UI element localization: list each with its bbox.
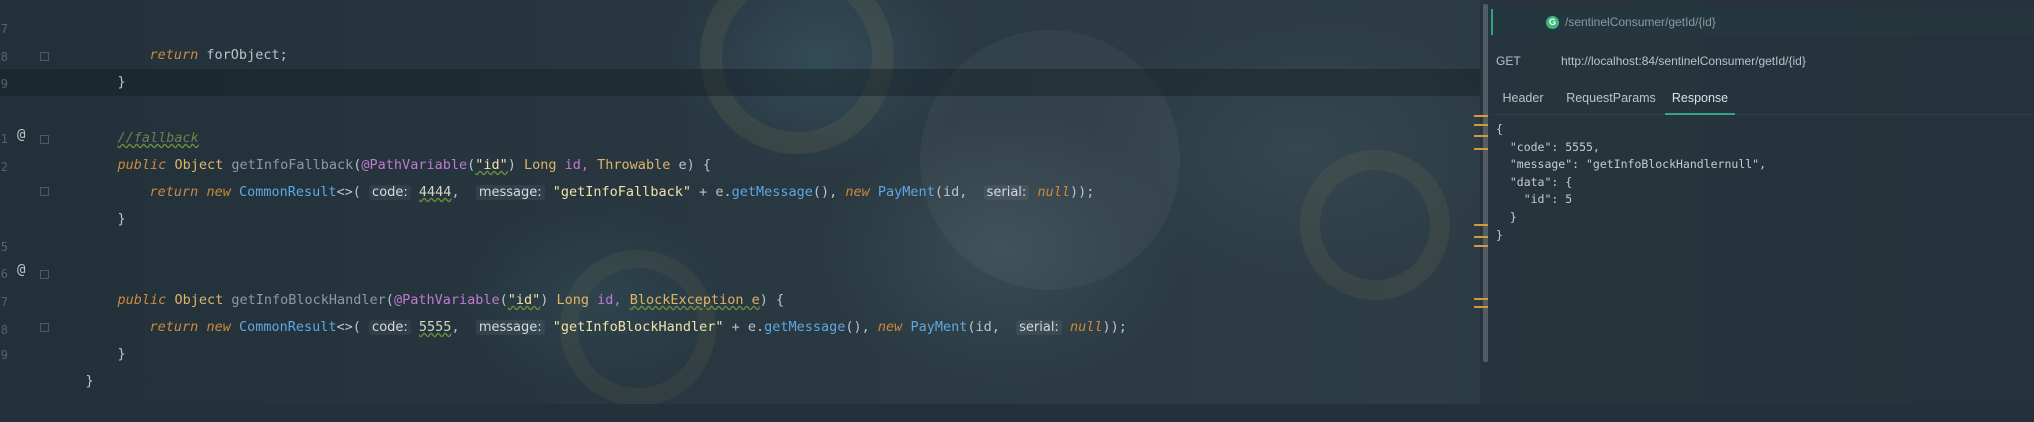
keyword: return	[149, 47, 199, 63]
code-text: }	[117, 74, 126, 90]
code-line: public Object getInfoFallback(@PathVaria…	[85, 125, 711, 173]
code-text: <>(	[336, 184, 361, 200]
code-line: }	[85, 179, 126, 227]
class-name: PayMent	[910, 319, 968, 335]
class-name: CommonResult	[238, 184, 337, 200]
code-text: ));	[1069, 184, 1095, 200]
tab-header[interactable]: Header	[1499, 86, 1547, 113]
parameter-hint: message:	[475, 185, 545, 200]
http-method[interactable]: GET	[1496, 54, 1521, 68]
parameter-hint: serial:	[983, 185, 1030, 200]
code-text: }	[117, 346, 126, 362]
code-line: }	[85, 314, 126, 362]
code-text: + e.	[723, 319, 765, 335]
method-call: getMessage	[731, 184, 813, 200]
null-literal: null	[1069, 319, 1103, 335]
request-url-field[interactable]: http://localhost:84/sentinelConsumer/get…	[1561, 54, 1806, 68]
code-text: }	[117, 211, 126, 227]
code-line: }	[85, 42, 126, 90]
keyword: return	[149, 319, 199, 335]
string: "getInfoFallback"	[552, 184, 691, 200]
code-text: (id,	[934, 184, 976, 200]
keyword: return	[149, 184, 199, 200]
parameter-hint: serial:	[1016, 320, 1062, 335]
null-literal: null	[1037, 184, 1070, 200]
number-literal: 4444	[418, 184, 452, 200]
code-line: public Object getInfoBlockHandler(@PathV…	[85, 260, 785, 308]
tabs-divider	[1491, 114, 2034, 115]
code-text: (),	[845, 319, 878, 335]
scrollbar-marker[interactable]	[1474, 135, 1488, 137]
scrollbar-marker[interactable]	[1474, 236, 1488, 238]
response-body[interactable]: { "code": 5555, "message": "getInfoBlock…	[1496, 121, 1766, 244]
parameter-hint: code:	[369, 185, 411, 200]
scrollbar-marker[interactable]	[1474, 148, 1488, 150]
code-editor[interactable]: return forObject; } //fallback public Ob…	[0, 0, 1480, 404]
parameter-hint: code:	[369, 320, 411, 335]
code-text: ));	[1102, 319, 1127, 335]
scrollbar-marker[interactable]	[1474, 115, 1488, 117]
scrollbar-marker[interactable]	[1474, 306, 1488, 308]
request-title: /sentinelConsumer/getId/{id}	[1565, 15, 1716, 29]
number-literal: 5555	[418, 319, 452, 335]
code-text: (),	[812, 184, 846, 200]
code-text: (id,	[967, 319, 1008, 335]
string: "getInfoBlockHandler"	[552, 319, 724, 335]
class-name: CommonResult	[238, 319, 337, 335]
method-call: getMessage	[764, 319, 846, 335]
code-text: + e.	[690, 184, 732, 200]
code-text: <>(	[336, 319, 361, 335]
tab-response[interactable]: Response	[1665, 86, 1735, 115]
keyword: new	[206, 319, 231, 335]
code-line: return new CommonResult<>( code: 4444, m…	[149, 184, 1095, 200]
get-request-icon: G	[1546, 16, 1559, 29]
scrollbar-marker[interactable]	[1474, 224, 1488, 226]
tab-requestparams[interactable]: RequestParams	[1563, 86, 1659, 113]
code-text: }	[85, 373, 94, 389]
code-text: forObject;	[198, 47, 288, 63]
scrollbar-marker[interactable]	[1474, 124, 1488, 126]
class-name: PayMent	[877, 184, 935, 200]
editor-scrollbar[interactable]	[1483, 4, 1488, 362]
keyword: new	[845, 184, 870, 200]
code-line: return forObject;	[117, 15, 288, 63]
code-line: //fallback	[85, 98, 199, 146]
keyword: new	[877, 319, 903, 335]
parameter-hint: message:	[475, 320, 545, 335]
scrollbar-marker[interactable]	[1474, 245, 1488, 247]
code-line: }	[53, 341, 94, 389]
keyword: new	[206, 184, 231, 200]
code-line: return new CommonResult<>( code: 5555, m…	[149, 319, 1127, 335]
scrollbar-marker[interactable]	[1474, 298, 1488, 300]
